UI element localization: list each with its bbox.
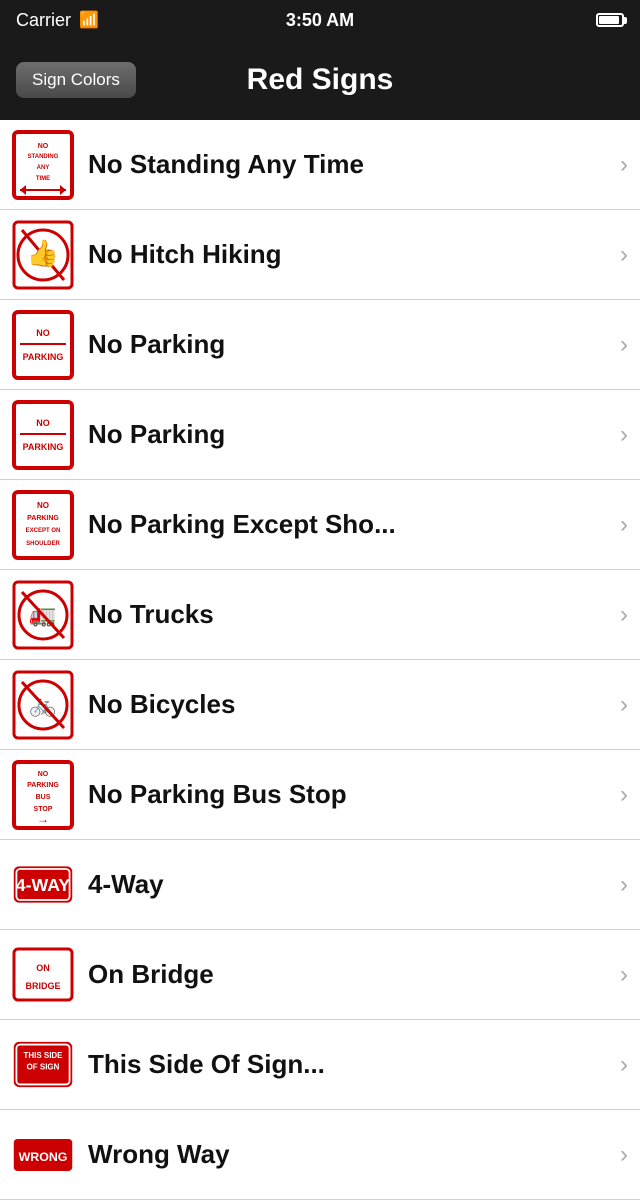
- svg-text:PARKING: PARKING: [27, 782, 59, 789]
- item-label: Wrong Way: [88, 1139, 612, 1170]
- sign-icon-no-parking-2: NO PARKING: [12, 400, 74, 470]
- item-label: On Bridge: [88, 959, 612, 990]
- svg-text:PARKING: PARKING: [23, 442, 64, 452]
- item-label: No Parking: [88, 329, 612, 360]
- svg-text:NO: NO: [38, 771, 49, 778]
- chevron-icon: ›: [620, 151, 628, 179]
- back-button[interactable]: Sign Colors: [16, 62, 136, 98]
- carrier-label: Carrier: [16, 10, 71, 31]
- chevron-icon: ›: [620, 601, 628, 629]
- svg-text:EXCEPT ON: EXCEPT ON: [26, 528, 61, 534]
- sign-icon-on-bridge: ON BRIDGE: [12, 940, 74, 1010]
- sign-icon-no-parking-shoulder: NO PARKING EXCEPT ON SHOULDER: [12, 490, 74, 560]
- item-label: No Parking Bus Stop: [88, 779, 612, 810]
- svg-text:PARKING: PARKING: [27, 515, 59, 522]
- chevron-icon: ›: [620, 781, 628, 809]
- svg-text:NO: NO: [38, 143, 49, 150]
- svg-text:BUS: BUS: [36, 794, 51, 801]
- item-label: 4-Way: [88, 869, 612, 900]
- svg-text:ANY: ANY: [37, 165, 50, 171]
- sign-icon-no-standing: NO STANDING ANY TIME: [12, 130, 74, 200]
- list-item[interactable]: 4-WAY 4-Way ›: [0, 840, 640, 930]
- item-label: This Side Of Sign...: [88, 1049, 612, 1080]
- wifi-icon: 📶: [79, 10, 99, 30]
- svg-text:4-WAY: 4-WAY: [16, 875, 71, 895]
- svg-text:👍: 👍: [27, 238, 59, 268]
- svg-text:OF SIGN: OF SIGN: [27, 1062, 60, 1071]
- item-label: No Trucks: [88, 599, 612, 630]
- svg-text:→: →: [37, 812, 49, 826]
- list-item[interactable]: NO PARKING BUS STOP → No Parking Bus Sto…: [0, 750, 640, 840]
- battery-icon: [596, 13, 624, 27]
- sign-icon-no-bicycles: 🚲: [12, 670, 74, 740]
- sign-icon-no-hitch-hiking: 👍: [12, 220, 74, 290]
- item-label: No Bicycles: [88, 689, 612, 720]
- svg-text:NO: NO: [37, 501, 49, 510]
- chevron-icon: ›: [620, 331, 628, 359]
- chevron-icon: ›: [620, 691, 628, 719]
- chevron-icon: ›: [620, 961, 628, 989]
- svg-text:PARKING: PARKING: [23, 352, 64, 362]
- list-item[interactable]: THIS SIDE OF SIGN This Side Of Sign... ›: [0, 1020, 640, 1110]
- list-item[interactable]: 👍 No Hitch Hiking ›: [0, 210, 640, 300]
- sign-icon-this-side-of-sign: THIS SIDE OF SIGN: [12, 1030, 74, 1100]
- sign-icon-no-parking-bus-stop: NO PARKING BUS STOP →: [12, 760, 74, 830]
- list-item[interactable]: NO STANDING ANY TIME No Standing Any Tim…: [0, 120, 640, 210]
- sign-icon-wrong-way: WRONG: [12, 1120, 74, 1190]
- svg-text:NO: NO: [36, 328, 50, 338]
- sign-icon-no-trucks: 🚛: [12, 580, 74, 650]
- item-label: No Hitch Hiking: [88, 239, 612, 270]
- list-item[interactable]: WRONG Wrong Way ›: [0, 1110, 640, 1200]
- chevron-icon: ›: [620, 1051, 628, 1079]
- sign-icon-four-way: 4-WAY: [12, 850, 74, 920]
- item-label: No Parking Except Sho...: [88, 509, 612, 540]
- sign-list: NO STANDING ANY TIME No Standing Any Tim…: [0, 120, 640, 1200]
- chevron-icon: ›: [620, 871, 628, 899]
- list-item[interactable]: NO PARKING No Parking ›: [0, 300, 640, 390]
- svg-text:WRONG: WRONG: [19, 1150, 68, 1164]
- list-item[interactable]: NO PARKING No Parking ›: [0, 390, 640, 480]
- chevron-icon: ›: [620, 241, 628, 269]
- list-item[interactable]: 🚲 No Bicycles ›: [0, 660, 640, 750]
- status-bar: Carrier 📶 3:50 AM: [0, 0, 640, 40]
- svg-text:ON: ON: [36, 963, 50, 973]
- item-label: No Standing Any Time: [88, 149, 612, 180]
- svg-text:TIME: TIME: [36, 176, 50, 182]
- svg-text:STANDING: STANDING: [28, 154, 59, 160]
- item-label: No Parking: [88, 419, 612, 450]
- svg-text:NO: NO: [36, 418, 50, 428]
- svg-text:BRIDGE: BRIDGE: [25, 981, 60, 991]
- page-title: Red Signs: [247, 63, 394, 97]
- status-time: 3:50 AM: [286, 10, 354, 31]
- list-item[interactable]: 🚛 No Trucks ›: [0, 570, 640, 660]
- svg-text:SHOULDER: SHOULDER: [26, 541, 60, 547]
- list-item[interactable]: NO PARKING EXCEPT ON SHOULDER No Parking…: [0, 480, 640, 570]
- list-item[interactable]: ON BRIDGE On Bridge ›: [0, 930, 640, 1020]
- nav-bar: Sign Colors Red Signs: [0, 40, 640, 120]
- sign-icon-no-parking-1: NO PARKING: [12, 310, 74, 380]
- chevron-icon: ›: [620, 1141, 628, 1169]
- chevron-icon: ›: [620, 421, 628, 449]
- svg-text:THIS SIDE: THIS SIDE: [24, 1051, 63, 1060]
- chevron-icon: ›: [620, 511, 628, 539]
